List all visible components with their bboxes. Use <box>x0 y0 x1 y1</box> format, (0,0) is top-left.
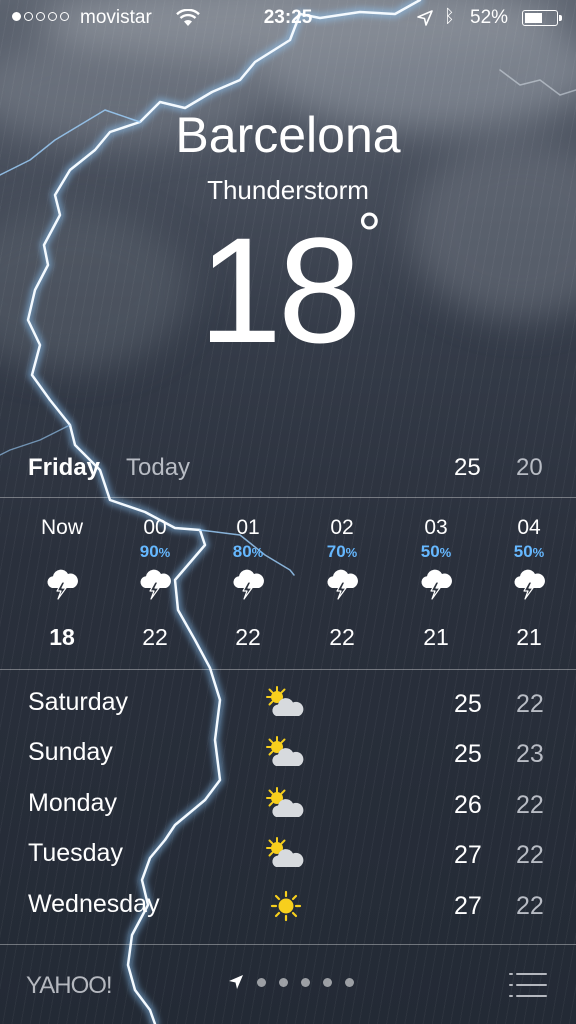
hour-label: 01 <box>236 516 260 539</box>
thunderstorm-icon <box>514 569 545 600</box>
degree-symbol: ° <box>357 201 381 268</box>
battery-icon <box>522 10 562 26</box>
hour-temperature: 21 <box>516 624 542 650</box>
day-low: 22 <box>516 791 544 819</box>
page-indicator[interactable] <box>228 974 354 990</box>
day-name: Wednesday <box>28 890 160 918</box>
day-name: Saturday <box>28 688 129 716</box>
precip-value: 80 <box>232 542 252 561</box>
daily-row: Tuesday 27 22 <box>0 831 576 881</box>
thunderstorm-icon <box>47 569 78 600</box>
footer-bar: YAHOO! <box>0 946 576 1024</box>
hour-label: 00 <box>143 516 167 539</box>
hour-label: Now <box>40 516 83 539</box>
precip-value: 90 <box>139 542 159 561</box>
precip-chance: 80% <box>201 542 295 562</box>
today-label: Today <box>126 454 191 481</box>
current-temperature: 18° <box>0 205 576 366</box>
percent-sign: % <box>439 545 452 560</box>
temperature-value: 18 <box>198 206 362 374</box>
day-low: 22 <box>516 841 544 869</box>
percent-sign: % <box>532 545 545 560</box>
hour-temperature: 22 <box>329 624 355 650</box>
sun-icon <box>270 890 302 922</box>
page-dot[interactable] <box>301 977 310 987</box>
hour-label: 04 <box>517 516 541 539</box>
precip-chance: 50% <box>389 542 483 562</box>
day-name: Monday <box>28 789 117 817</box>
thunderstorm-icon <box>233 569 264 600</box>
day-high: 27 <box>454 892 482 920</box>
hour-temperature: 21 <box>423 624 449 650</box>
today-high: 25 <box>454 454 481 481</box>
day-name: Tuesday <box>28 839 123 867</box>
hour-label: 03 <box>424 516 448 539</box>
page-dot[interactable] <box>323 977 332 987</box>
location-arrow-icon <box>229 975 243 989</box>
bluetooth-icon: ᛒ <box>444 6 455 26</box>
hourly-forecast[interactable]: Now 18 00 90% 22 01 80% 22 02 70% 22 03 … <box>0 498 576 670</box>
today-low: 20 <box>516 454 543 481</box>
today-day: Friday <box>28 454 101 481</box>
partly-sunny-icon <box>266 686 304 716</box>
day-low: 22 <box>516 892 544 920</box>
precip-value: 50 <box>513 542 533 561</box>
daily-row: Wednesday 27 22 <box>0 882 576 932</box>
day-name: Sunday <box>28 738 113 766</box>
day-high: 26 <box>454 791 482 819</box>
percent-sign: % <box>345 545 358 560</box>
page-dot[interactable] <box>279 977 288 987</box>
precip-value: 70 <box>326 542 346 561</box>
partly-sunny-icon <box>266 787 304 817</box>
precip-value: 50 <box>420 542 440 561</box>
hour-temperature: 22 <box>235 624 261 650</box>
precip-chance: 70% <box>295 542 389 562</box>
day-high: 27 <box>454 841 482 869</box>
city-name: Barcelona <box>175 107 401 163</box>
percent-sign: % <box>158 545 171 560</box>
precip-chance: 50% <box>482 542 576 562</box>
divider <box>0 669 576 670</box>
percent-sign: % <box>251 545 264 560</box>
day-low: 22 <box>516 690 544 718</box>
day-high: 25 <box>454 690 482 718</box>
hour-label: 02 <box>330 516 354 539</box>
daily-row: Monday 26 22 <box>0 781 576 831</box>
daily-row: Sunday 25 23 <box>0 730 576 780</box>
partly-sunny-icon <box>266 837 304 867</box>
hour-temperature: 22 <box>142 624 168 650</box>
divider <box>0 944 576 945</box>
list-menu-icon[interactable] <box>508 970 548 1000</box>
battery-percent: 52% <box>470 7 509 28</box>
thunderstorm-icon <box>327 569 358 600</box>
today-summary-row: Friday Today 25 20 <box>0 448 576 496</box>
page-dot[interactable] <box>345 977 354 987</box>
location-arrow-icon <box>417 10 433 26</box>
page-dot[interactable] <box>257 977 266 987</box>
precip-chance: 90% <box>108 542 202 562</box>
hour-temperature: 18 <box>49 624 75 650</box>
partly-sunny-icon <box>266 736 304 766</box>
thunderstorm-icon <box>421 569 452 600</box>
daily-row: Saturday 25 22 <box>0 680 576 730</box>
yahoo-logo[interactable]: YAHOO! <box>26 972 113 1000</box>
thunderstorm-icon <box>140 569 171 600</box>
day-high: 25 <box>454 740 482 768</box>
status-bar: movistar 23:25 ᛒ 52% <box>0 0 576 38</box>
weather-condition: Thunderstorm <box>207 175 369 205</box>
day-low: 23 <box>516 740 544 768</box>
